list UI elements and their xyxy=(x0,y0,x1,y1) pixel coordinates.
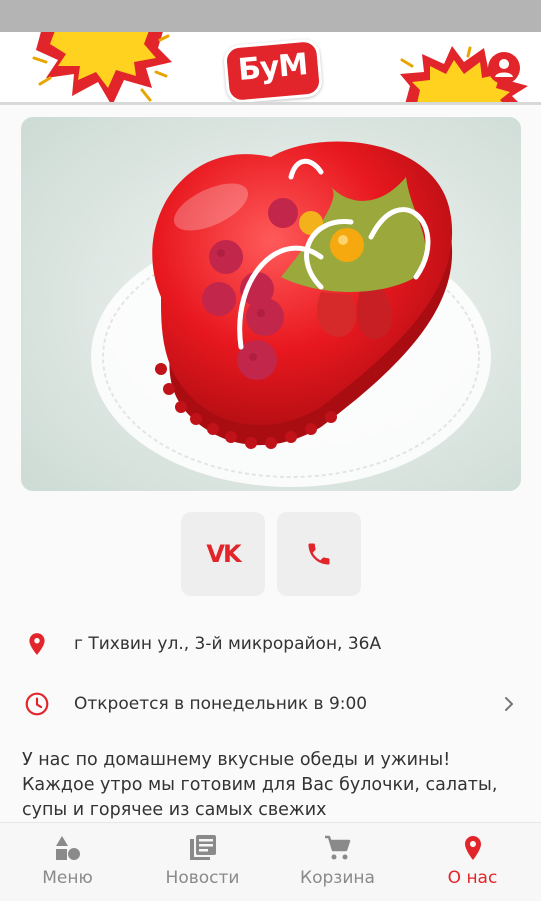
phone-icon xyxy=(308,543,330,565)
status-bar xyxy=(0,0,541,32)
location-pin-icon xyxy=(465,836,481,860)
address-row: г Тихвин ул., 3-й микрорайон, 36А xyxy=(0,624,541,664)
call-button[interactable] xyxy=(277,512,361,596)
profile-button[interactable] xyxy=(488,52,520,84)
clock-icon xyxy=(25,692,49,716)
hero-image xyxy=(21,117,521,491)
bottom-navigation: Меню Новости Корзина О нас xyxy=(0,822,541,901)
location-pin-icon xyxy=(29,633,45,655)
social-buttons: VK xyxy=(181,512,361,596)
cake-photo xyxy=(21,117,521,491)
address-text: г Тихвин ул., 3-й микрорайон, 36А xyxy=(74,634,382,654)
brand-logo: БуМ xyxy=(222,37,324,102)
comic-burst-decoration xyxy=(32,32,172,102)
news-icon xyxy=(190,835,216,860)
opening-hours-text: Откроется в понедельник в 9:00 xyxy=(74,694,368,714)
nav-about-label: О нас xyxy=(447,868,498,888)
about-description: У нас по домашнему вкусные обеды и ужины… xyxy=(22,750,498,820)
nav-news[interactable]: Новости xyxy=(135,823,270,901)
vk-button[interactable]: VK xyxy=(181,512,265,596)
app-header: БуМ xyxy=(0,32,541,105)
nav-about[interactable]: О нас xyxy=(405,823,540,901)
nav-news-label: Новости xyxy=(165,868,240,888)
nav-cart-label: Корзина xyxy=(300,868,375,888)
chevron-right-icon xyxy=(505,697,513,711)
nav-menu-label: Меню xyxy=(42,868,93,888)
opening-hours-row[interactable]: Откроется в понедельник в 9:00 xyxy=(0,684,541,724)
vk-icon: VK xyxy=(206,540,241,568)
menu-shapes-icon xyxy=(56,836,80,860)
cart-icon xyxy=(325,835,351,860)
nav-cart[interactable]: Корзина xyxy=(270,823,405,901)
user-icon xyxy=(495,59,513,77)
nav-menu[interactable]: Меню xyxy=(0,823,135,901)
